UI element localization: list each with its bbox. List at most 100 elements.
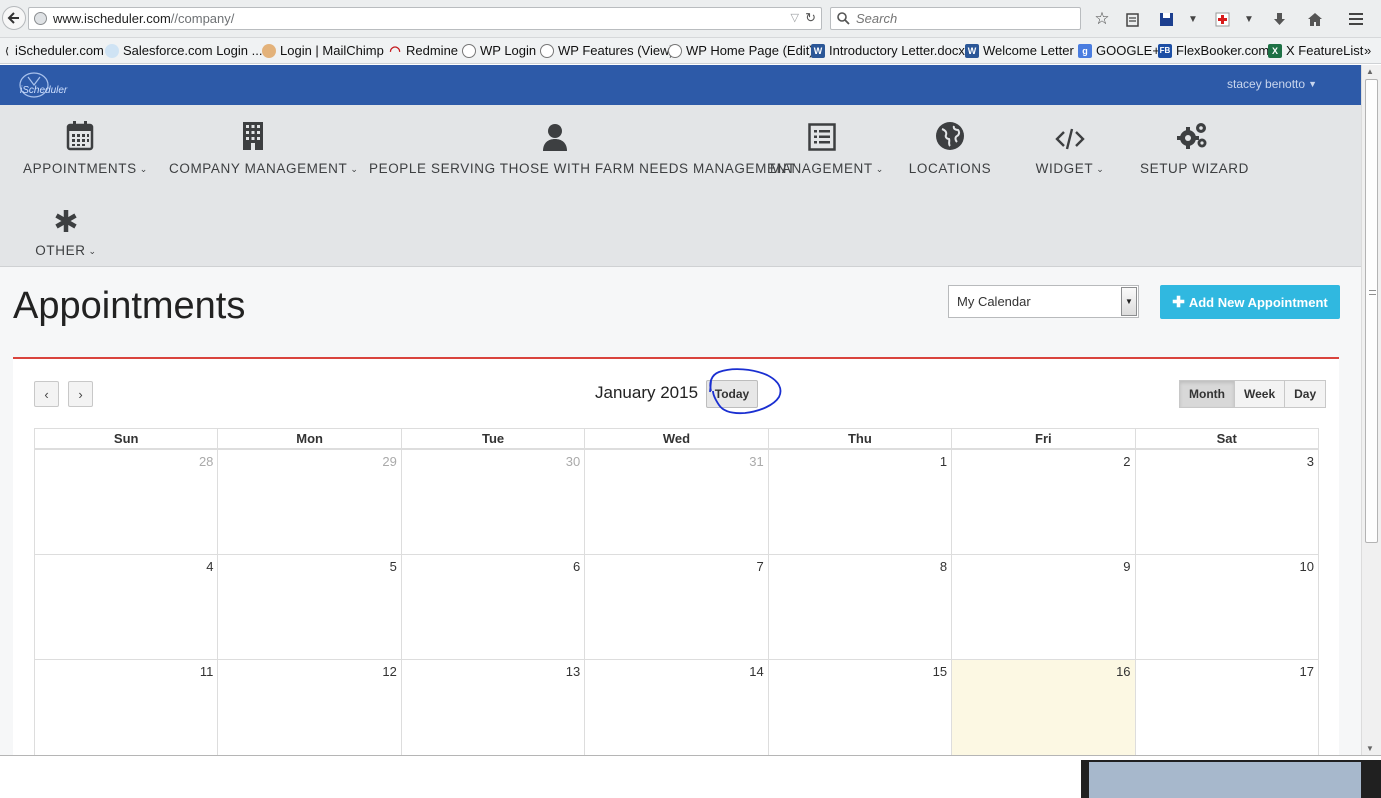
day-number: 10 [1299,559,1314,574]
excel-icon: X [1268,43,1282,58]
view-week-button[interactable]: Week [1233,380,1286,408]
next-month-button[interactable]: › [68,381,93,407]
hand-drawn-circle-annotation [709,368,782,415]
main-navigation: APPOINTMENTS ⌄ COMPANY MANAGEMENT ⌄ PEOPLE… [0,105,1361,267]
bookmark-mailchimp[interactable]: Login | MailChimp [262,43,384,58]
reading-list-icon[interactable] [1121,8,1143,30]
day-cell[interactable]: 12 [218,660,402,755]
day-cell[interactable]: 7 [585,555,769,659]
day-cell[interactable]: 29 [218,450,402,554]
day-number: 14 [749,664,764,679]
add-appointment-label: Add New Appointment [1188,294,1328,310]
calendar-select[interactable]: My Calendar ▼ [948,285,1139,318]
star-icon[interactable]: ☆ [1091,8,1113,30]
bookmark-wp-login[interactable]: WP Login [462,43,536,58]
history-dropdown-icon[interactable]: ▽ [791,11,799,24]
search-input[interactable] [856,11,1056,26]
day-cell[interactable]: 13 [402,660,586,755]
day-number: 17 [1299,664,1314,679]
mailchimp-icon [262,43,276,58]
nav-widget[interactable]: WIDGET ⌄ [1030,117,1110,176]
browser-toolbar: www.ischeduler.com//company/ ▽ ↻ ☆ ▼ ▼ [0,0,1381,38]
nav-other[interactable]: OTHER ⌄ [30,199,102,258]
weekday-label: Thu [769,429,953,448]
nav-label: OTHER [35,243,86,258]
bookmark-redmine[interactable]: ◠ Redmine [388,43,458,58]
day-number: 29 [382,454,397,469]
bookmark-label: GOOGLE+ [1096,43,1160,58]
day-cell[interactable]: 17 [1136,660,1319,755]
addon-icon[interactable] [1211,8,1233,30]
download-icon[interactable] [1268,8,1290,30]
day-cell[interactable]: 2 [952,450,1136,554]
day-cell[interactable]: 10 [1136,555,1319,659]
chevron-down-icon[interactable]: ▼ [1182,8,1204,30]
day-cell-today[interactable]: 16 [952,660,1136,755]
day-number: 1 [939,454,948,469]
scroll-down-icon[interactable]: ▼ [1366,744,1374,753]
nav-people-serving-management[interactable]: PEOPLE SERVING THOSE WITH FARM NEEDS MAN… [369,117,795,176]
back-button[interactable] [2,6,26,30]
nav-appointments[interactable]: APPOINTMENTS ⌄ [23,117,147,176]
day-number: 8 [939,559,948,574]
day-cell[interactable]: 8 [769,555,953,659]
day-cell[interactable]: 14 [585,660,769,755]
calendar-select-value: My Calendar [957,294,1031,309]
view-month-button[interactable]: Month [1179,380,1235,408]
prev-month-button[interactable]: ‹ [34,381,59,407]
day-cell[interactable]: 6 [402,555,586,659]
day-cell[interactable]: 1 [769,450,953,554]
gears-icon [1177,123,1207,149]
add-appointment-button[interactable]: ✚ Add New Appointment [1160,285,1340,319]
scrollbar-thumb[interactable] [1365,79,1378,543]
caret-down-icon[interactable]: ▼ [1121,287,1137,316]
bookmark-ischeduler[interactable]: ⟨ iScheduler.com [3,43,104,58]
day-cell[interactable]: 15 [769,660,953,755]
nav-label: SETUP WIZARD [1140,161,1249,176]
week-row: 11 12 13 14 15 16 17 [34,660,1319,755]
bookmarks-overflow-button[interactable]: » [1364,43,1371,58]
calendar-title: January 2015 [595,383,699,402]
bookmark-label: iScheduler.com [15,43,104,58]
bookmark-intro-letter[interactable]: W Introductory Letter.docx [811,43,965,58]
weekday-label: Sat [1216,431,1237,446]
day-cell[interactable]: 5 [218,555,402,659]
url-bar[interactable]: www.ischeduler.com//company/ ▽ ↻ [28,7,822,30]
redmine-icon: ◠ [389,42,401,58]
bookmark-featurelist[interactable]: X X FeatureList [1268,43,1363,58]
globe-icon [936,122,964,150]
nav-setup-wizard[interactable]: SETUP WIZARD [1140,117,1249,176]
day-cell[interactable]: 4 [35,555,219,659]
day-number: 6 [573,559,581,574]
chevron-down-icon[interactable]: ▼ [1238,8,1260,30]
save-icon[interactable] [1155,8,1177,30]
bookmark-wp-home[interactable]: WP Home Page (Edit) [668,43,814,58]
bookmark-salesforce[interactable]: Salesforce.com Login ... [105,43,262,58]
page-viewport: iScheduler stacey benotto ▼ APPOINTMENTS ⌄… [0,65,1361,755]
user-menu[interactable]: stacey benotto ▼ [1227,77,1317,91]
bookmark-label: WP Features (View) [558,43,674,58]
day-number: 16 [1116,664,1131,679]
search-bar[interactable] [830,7,1081,30]
bookmark-flexbooker[interactable]: FB FlexBooker.com [1158,43,1269,58]
globe-icon [34,12,47,25]
nav-company-management[interactable]: COMPANY MANAGEMENT ⌄ [169,117,358,176]
page-scrollbar[interactable]: ▲ ▼ [1361,65,1381,755]
bookmark-google[interactable]: g GOOGLE+ [1078,43,1160,58]
view-day-button[interactable]: Day [1284,380,1327,408]
reload-icon[interactable]: ↻ [805,10,816,26]
day-cell[interactable]: 31 [585,450,769,554]
day-cell[interactable]: 28 [35,450,219,554]
nav-management[interactable]: MANAGEMENT ⌄ [770,117,883,176]
logo-text: iScheduler [20,85,68,96]
day-cell[interactable]: 11 [35,660,219,755]
home-icon[interactable] [1304,8,1326,30]
menu-icon[interactable] [1345,8,1367,30]
scroll-up-icon[interactable]: ▲ [1366,67,1374,76]
day-cell[interactable]: 30 [402,450,586,554]
nav-locations[interactable]: LOCATIONS [905,117,995,176]
bookmark-welcome-letter[interactable]: W Welcome Letter [965,43,1074,58]
day-cell[interactable]: 9 [952,555,1136,659]
bookmark-wp-features[interactable]: WP Features (View) [540,43,674,58]
day-cell[interactable]: 3 [1136,450,1319,554]
